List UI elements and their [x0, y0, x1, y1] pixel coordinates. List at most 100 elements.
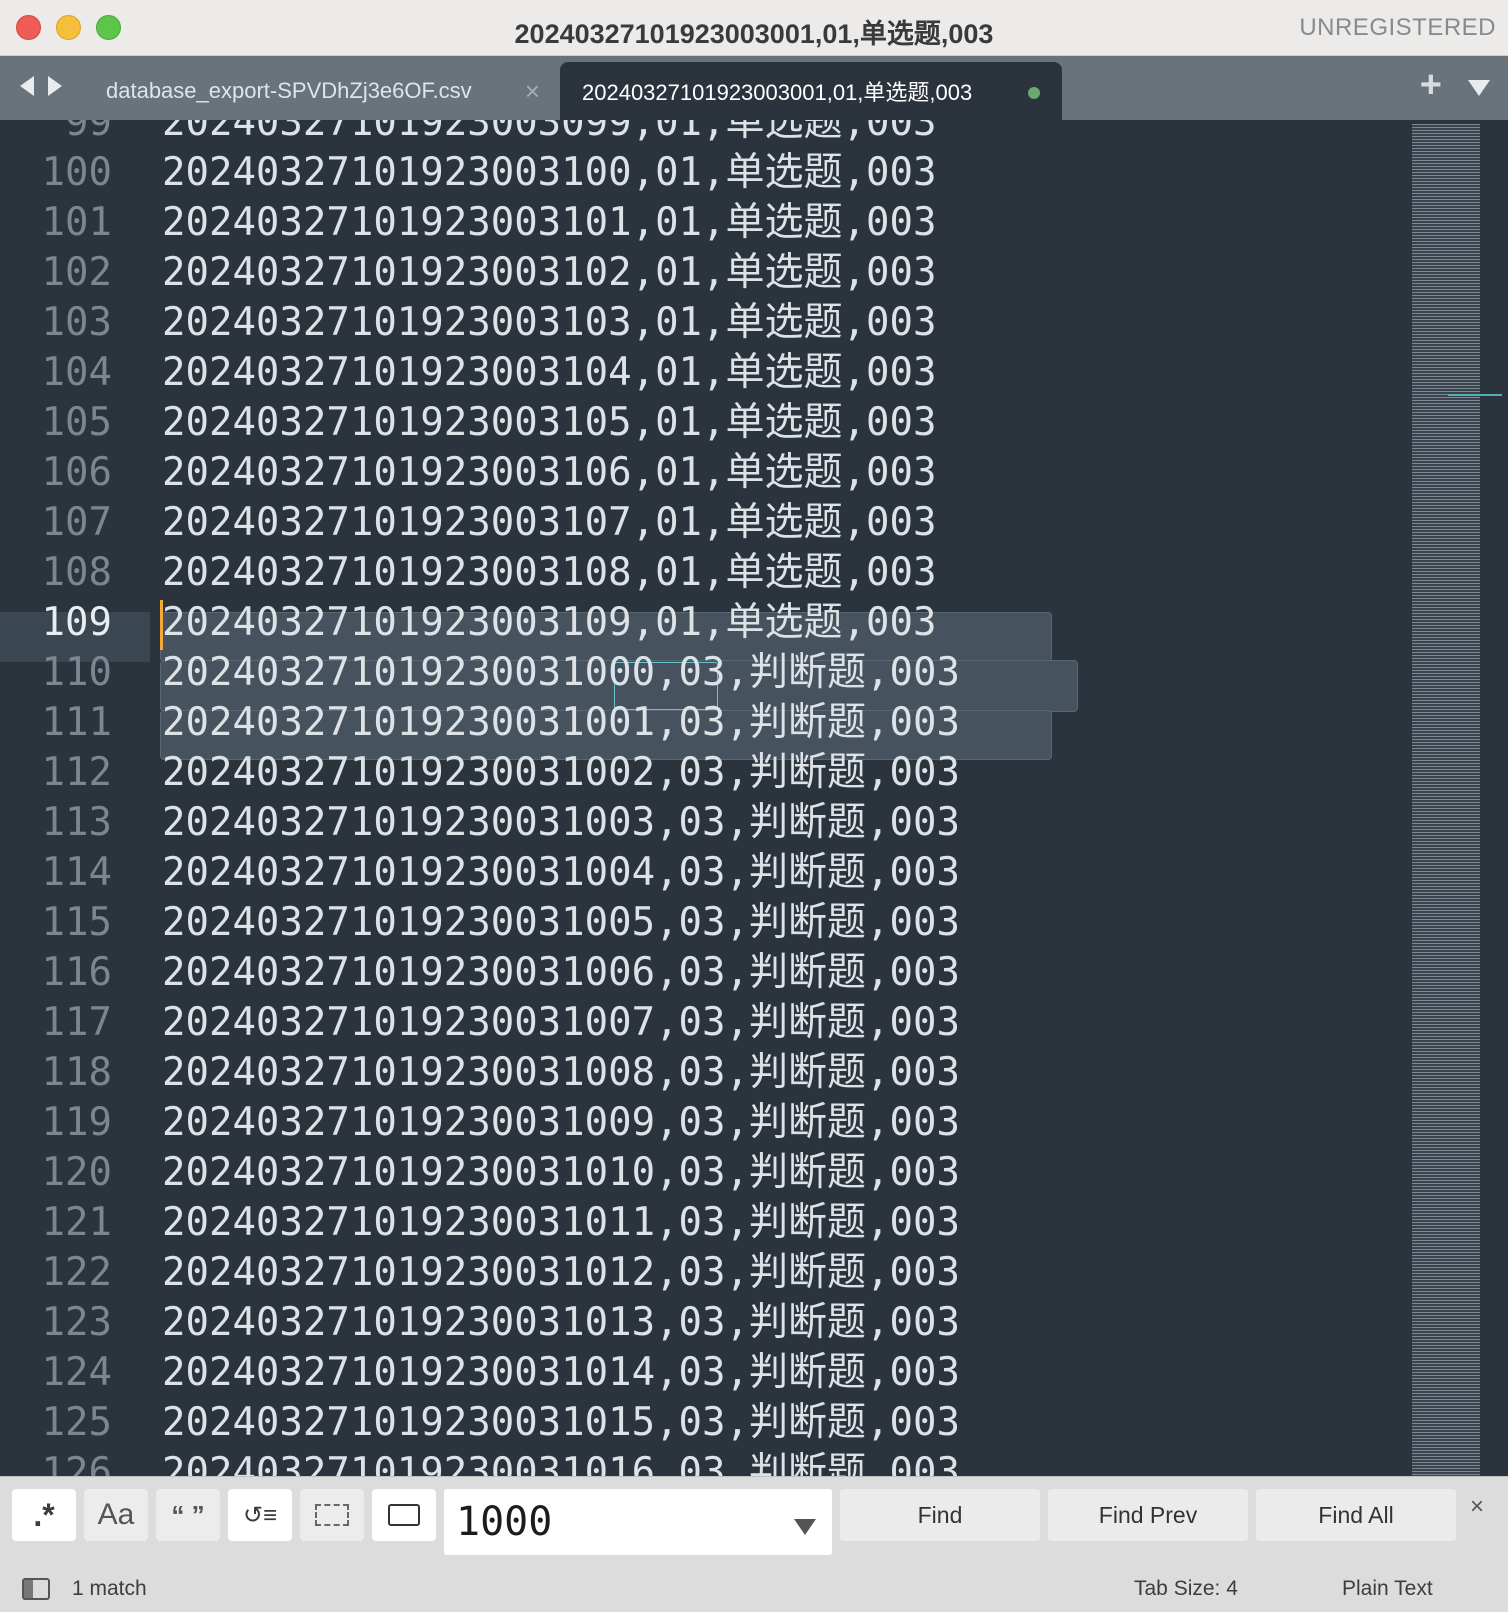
line-text: 202403271019230031015,03,判断题,003: [162, 1400, 960, 1445]
sidebar-toggle-icon[interactable]: [22, 1578, 50, 1600]
line-number: 100: [41, 150, 112, 195]
editor-line[interactable]: 113 202403271019230031003,03,判断题,003: [0, 798, 1400, 848]
find-all-button[interactable]: Find All: [1256, 1489, 1456, 1541]
close-find-panel-icon[interactable]: ×: [1470, 1493, 1484, 1521]
tab-back-icon[interactable]: [20, 76, 34, 96]
line-number: 107: [41, 500, 112, 545]
line-text: 202403271019230031003,03,判断题,003: [162, 800, 960, 845]
syntax-selector[interactable]: Plain Text: [1342, 1577, 1433, 1601]
editor-line[interactable]: 104 20240327101923003104,01,单选题,003: [0, 348, 1400, 398]
status-bar: 1 match Tab Size: 4 Plain Text: [0, 1564, 1508, 1612]
line-number: 99: [65, 120, 112, 145]
line-text: 202403271019230031013,03,判断题,003: [162, 1300, 960, 1345]
line-text: 202403271019230031009,03,判断题,003: [162, 1100, 960, 1145]
text-editor[interactable]: 99 20240327101923003099,01,单选题,003 100 2024…: [0, 120, 1508, 1476]
match-count: 1 match: [72, 1577, 147, 1600]
editor-line[interactable]: 100 20240327101923003100,01,单选题,003: [0, 148, 1400, 198]
title-bar: 20240327101923003001,01,单选题,003 UNREGIST…: [0, 0, 1508, 56]
tab-close-icon[interactable]: ×: [525, 76, 540, 107]
line-number: 102: [41, 250, 112, 295]
editor-line[interactable]: 103 20240327101923003103,01,单选题,003: [0, 298, 1400, 348]
minimap[interactable]: [1412, 124, 1480, 1476]
editor-line[interactable]: 99 20240327101923003099,01,单选题,003: [0, 120, 1400, 148]
editor-line[interactable]: 116 202403271019230031006,03,判断题,003: [0, 948, 1400, 998]
editor-line[interactable]: 123 202403271019230031013,03,判断题,003: [0, 1298, 1400, 1348]
find-panel: .* Aa “ ” ↺≡ 1000 Find Find Prev Find Al…: [0, 1476, 1508, 1564]
whole-word-toggle-button[interactable]: “ ”: [156, 1489, 220, 1541]
line-text: 202403271019230031012,03,判断题,003: [162, 1250, 960, 1295]
editor-line[interactable]: 115 202403271019230031005,03,判断题,003: [0, 898, 1400, 948]
editor-line[interactable]: 122 202403271019230031012,03,判断题,003: [0, 1248, 1400, 1298]
tab-forward-icon[interactable]: [48, 76, 62, 96]
highlight-matches-icon: [388, 1504, 420, 1526]
in-selection-toggle-button[interactable]: [300, 1489, 364, 1541]
line-number: 110: [41, 650, 112, 695]
editor-line[interactable]: 117 202403271019230031007,03,判断题,003: [0, 998, 1400, 1048]
line-text: 20240327101923003099,01,单选题,003: [162, 120, 937, 145]
editor-line[interactable]: 106 20240327101923003106,01,单选题,003: [0, 448, 1400, 498]
line-text: 202403271019230031005,03,判断题,003: [162, 900, 960, 945]
line-text: 202403271019230031007,03,判断题,003: [162, 1000, 960, 1045]
line-text: 202403271019230031014,03,判断题,003: [162, 1350, 960, 1395]
line-text: 202403271019230031006,03,判断题,003: [162, 950, 960, 995]
line-text: 20240327101923003103,01,单选题,003: [162, 300, 937, 345]
line-number: 114: [41, 850, 112, 895]
line-text: 202403271019230031000,03,判断题,003: [162, 650, 960, 695]
editor-line[interactable]: 107 20240327101923003107,01,单选题,003: [0, 498, 1400, 548]
editor-line[interactable]: 119 202403271019230031009,03,判断题,003: [0, 1098, 1400, 1148]
line-text: 202403271019230031011,03,判断题,003: [162, 1200, 960, 1245]
line-text: 202403271019230031016,03,判断题,003: [162, 1450, 960, 1476]
editor-line[interactable]: 114 202403271019230031004,03,判断题,003: [0, 848, 1400, 898]
editor-line[interactable]: 118 202403271019230031008,03,判断题,003: [0, 1048, 1400, 1098]
line-text: 202403271019230031002,03,判断题,003: [162, 750, 960, 795]
line-number: 109: [41, 600, 112, 645]
line-number: 103: [41, 300, 112, 345]
editor-line[interactable]: 125 202403271019230031015,03,判断题,003: [0, 1398, 1400, 1448]
editor-line[interactable]: 108 20240327101923003108,01,单选题,003: [0, 548, 1400, 598]
tab-database-export[interactable]: database_export-SPVDhZj3e6OF.csv ×: [84, 62, 560, 120]
tab-list-dropdown-icon[interactable]: [1468, 80, 1490, 96]
tab-size-selector[interactable]: Tab Size: 4: [1134, 1577, 1238, 1601]
line-text: 202403271019230031004,03,判断题,003: [162, 850, 960, 895]
line-number: 104: [41, 350, 112, 395]
line-number: 111: [41, 700, 112, 745]
line-text: 20240327101923003106,01,单选题,003: [162, 450, 937, 495]
editor-line[interactable]: 120 202403271019230031010,03,判断题,003: [0, 1148, 1400, 1198]
case-sensitive-toggle-button[interactable]: Aa: [84, 1489, 148, 1541]
new-tab-icon[interactable]: +: [1420, 64, 1442, 107]
editor-line[interactable]: 121 202403271019230031011,03,判断题,003: [0, 1198, 1400, 1248]
editor-line[interactable]: 124 202403271019230031014,03,判断题,003: [0, 1348, 1400, 1398]
editor-line[interactable]: 110 202403271019230031000,03,判断题,003: [0, 648, 1400, 698]
highlight-matches-toggle-button[interactable]: [372, 1489, 436, 1541]
line-number: 116: [41, 950, 112, 995]
editor-line[interactable]: 105 20240327101923003105,01,单选题,003: [0, 398, 1400, 448]
line-number: 106: [41, 450, 112, 495]
line-number: 101: [41, 200, 112, 245]
wrap-toggle-button[interactable]: ↺≡: [228, 1489, 292, 1541]
find-prev-button[interactable]: Find Prev: [1048, 1489, 1248, 1541]
editor-line[interactable]: 111 202403271019230031001,03,判断题,003: [0, 698, 1400, 748]
line-text: 20240327101923003109,01,单选题,003: [162, 600, 937, 645]
line-number: 122: [41, 1250, 112, 1295]
find-history-dropdown-icon[interactable]: [794, 1519, 816, 1535]
tab-label: 20240327101923003001,01,单选题,003: [582, 80, 973, 105]
tab-current-file[interactable]: 20240327101923003001,01,单选题,003: [560, 62, 1062, 120]
line-number: 124: [41, 1350, 112, 1395]
find-input[interactable]: 1000: [444, 1489, 832, 1555]
line-text: 202403271019230031008,03,判断题,003: [162, 1050, 960, 1095]
editor-line[interactable]: 126 202403271019230031016,03,判断题,003: [0, 1448, 1400, 1476]
editor-line[interactable]: 101 20240327101923003101,01,单选题,003: [0, 198, 1400, 248]
editor-line[interactable]: 102 20240327101923003102,01,单选题,003: [0, 248, 1400, 298]
tab-bar: database_export-SPVDhZj3e6OF.csv × 20240…: [0, 56, 1508, 120]
editor-line[interactable]: 109 20240327101923003109,01,单选题,003: [0, 598, 1400, 648]
line-text: 202403271019230031001,03,判断题,003: [162, 700, 960, 745]
line-number: 108: [41, 550, 112, 595]
line-text: 20240327101923003105,01,单选题,003: [162, 400, 937, 445]
line-number: 113: [41, 800, 112, 845]
find-button[interactable]: Find: [840, 1489, 1040, 1541]
line-number: 121: [41, 1200, 112, 1245]
line-text: 20240327101923003101,01,单选题,003: [162, 200, 937, 245]
regex-toggle-button[interactable]: .*: [12, 1489, 76, 1541]
line-text: 20240327101923003107,01,单选题,003: [162, 500, 937, 545]
editor-line[interactable]: 112 202403271019230031002,03,判断题,003: [0, 748, 1400, 798]
